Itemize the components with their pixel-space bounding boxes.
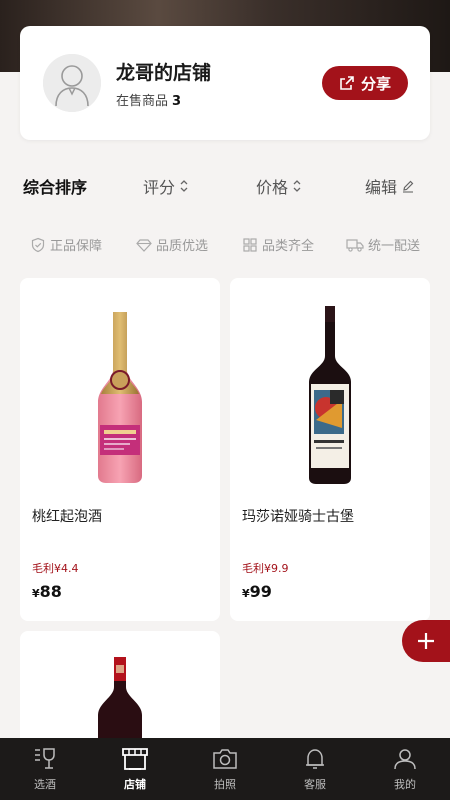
product-image-red-wine bbox=[309, 306, 351, 484]
edit-button[interactable]: 编辑 bbox=[365, 174, 415, 198]
product-image-rose-sparkling bbox=[98, 312, 142, 483]
pencil-icon bbox=[403, 180, 414, 193]
product-profit: 毛利¥4.4 bbox=[32, 562, 79, 575]
product-image-red-wine bbox=[98, 657, 142, 738]
shield-check-icon bbox=[31, 237, 45, 252]
user-icon bbox=[394, 749, 416, 770]
sort-arrows-icon bbox=[293, 180, 301, 192]
feature-quality: 品质优选 bbox=[136, 235, 208, 254]
sort-rating-label: 评分 bbox=[143, 178, 176, 197]
sort-bar: 综合排序 评分 价格 编辑 bbox=[0, 168, 450, 202]
feature-variety-label: 品类齐全 bbox=[262, 239, 315, 254]
share-icon bbox=[340, 76, 354, 90]
add-button[interactable] bbox=[402, 620, 450, 662]
feature-badges: 正品保障 品质优选 品类齐全 统一配送 bbox=[0, 232, 450, 256]
grid-icon bbox=[243, 237, 257, 252]
tab-store-label: 店铺 bbox=[124, 778, 146, 791]
product-name: 玛莎诺娅骑士古堡 bbox=[242, 509, 354, 525]
price-currency: ¥ bbox=[242, 587, 250, 600]
diamond-icon bbox=[136, 238, 152, 252]
user-avatar-icon bbox=[43, 54, 101, 112]
product-price: ¥99 bbox=[242, 582, 272, 601]
sort-comprehensive-label: 综合排序 bbox=[23, 178, 88, 197]
sort-price[interactable]: 价格 bbox=[256, 174, 302, 198]
feature-variety: 品类齐全 bbox=[242, 235, 314, 254]
sort-price-label: 价格 bbox=[256, 178, 289, 197]
product-card[interactable]: 桃红起泡酒 毛利¥4.4 ¥88 bbox=[20, 278, 220, 621]
tab-service[interactable]: 客服 bbox=[270, 738, 360, 800]
product-name: 桃红起泡酒 bbox=[32, 509, 102, 525]
tab-service-label: 客服 bbox=[304, 778, 326, 791]
sort-comprehensive[interactable]: 综合排序 bbox=[23, 174, 87, 198]
shop-name: 龙哥的店铺 bbox=[116, 62, 212, 84]
price-currency: ¥ bbox=[32, 587, 40, 600]
bell-icon bbox=[306, 749, 324, 769]
price-value: 88 bbox=[39, 582, 62, 601]
share-label: 分享 bbox=[360, 74, 391, 93]
store-icon bbox=[122, 748, 148, 770]
tab-camera-label: 拍照 bbox=[214, 778, 236, 791]
tab-select-wine[interactable]: 选酒 bbox=[0, 738, 90, 800]
plus-icon bbox=[418, 633, 434, 649]
feature-authentic-label: 正品保障 bbox=[50, 239, 103, 254]
tab-mine[interactable]: 我的 bbox=[360, 738, 450, 800]
feature-delivery-label: 统一配送 bbox=[368, 239, 421, 254]
camera-icon bbox=[213, 749, 237, 769]
shop-count-value: 3 bbox=[172, 94, 182, 109]
shop-count-label: 在售商品 bbox=[116, 94, 169, 109]
feature-delivery: 统一配送 bbox=[346, 235, 420, 254]
feature-authentic: 正品保障 bbox=[30, 235, 102, 254]
shop-product-count: 在售商品 3 bbox=[116, 90, 181, 109]
tab-camera[interactable]: 拍照 bbox=[180, 738, 270, 800]
tab-mine-label: 我的 bbox=[394, 778, 416, 791]
truck-icon bbox=[346, 238, 364, 252]
product-card[interactable] bbox=[20, 631, 220, 751]
feature-quality-label: 品质优选 bbox=[156, 239, 209, 254]
tab-select-wine-label: 选酒 bbox=[34, 778, 56, 791]
product-price: ¥88 bbox=[32, 582, 62, 601]
product-profit: 毛利¥9.9 bbox=[242, 562, 289, 575]
shop-avatar[interactable] bbox=[43, 54, 101, 112]
product-card[interactable]: 玛莎诺娅骑士古堡 毛利¥9.9 ¥99 bbox=[230, 278, 430, 621]
shop-card: 龙哥的店铺 在售商品 3 分享 bbox=[20, 26, 430, 140]
share-button[interactable]: 分享 bbox=[322, 66, 408, 100]
tab-store[interactable]: 店铺 bbox=[90, 738, 180, 800]
bottom-tab-bar: 选酒 店铺 拍照 客服 我的 bbox=[0, 738, 450, 800]
sort-arrows-icon bbox=[180, 180, 188, 192]
sort-rating[interactable]: 评分 bbox=[143, 174, 189, 198]
price-value: 99 bbox=[249, 582, 272, 601]
wine-glass-icon bbox=[35, 748, 55, 769]
edit-label: 编辑 bbox=[365, 178, 398, 197]
